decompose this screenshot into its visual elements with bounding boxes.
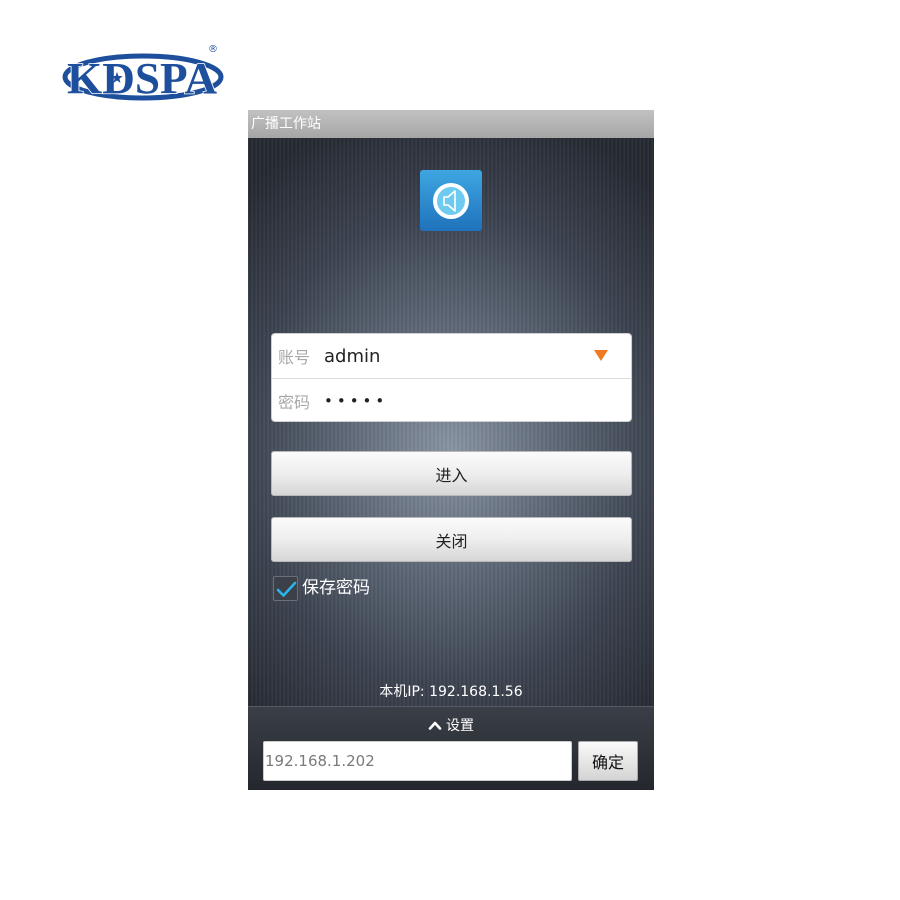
kdspa-logo: KDSPA ® (62, 44, 224, 104)
settings-panel: 设置 192.168.1.202 确定 (248, 706, 654, 790)
enter-button[interactable]: 进入 (271, 451, 632, 496)
save-password-label[interactable]: 保存密码 (302, 576, 370, 601)
close-button[interactable]: 关闭 (271, 517, 632, 562)
phone-screen: 广播工作站 账号 admin 密码 ••••• 进入 关闭 保存密码 本机IP:… (248, 110, 654, 790)
password-label: 密码 (278, 393, 311, 412)
logo-text: KDSPA (67, 54, 217, 103)
app-title: 广播工作站 (251, 116, 321, 132)
speaker-icon (420, 170, 482, 231)
chevron-up-icon (428, 721, 442, 730)
settings-toggle[interactable]: 设置 (248, 715, 654, 735)
confirm-button-label: 确定 (591, 753, 624, 772)
server-ip-input[interactable]: 192.168.1.202 (263, 741, 572, 781)
enter-button-label: 进入 (435, 465, 468, 485)
local-ip-text: 本机IP: 192.168.1.56 (379, 684, 523, 700)
password-field[interactable]: 密码 ••••• (272, 378, 631, 421)
triangle-down-icon[interactable] (594, 350, 608, 361)
save-password-checkbox[interactable] (273, 576, 298, 601)
confirm-button[interactable]: 确定 (578, 741, 638, 781)
account-field[interactable]: 账号 admin (272, 334, 631, 378)
server-ip-value: 192.168.1.202 (265, 752, 375, 770)
settings-toggle-label: 设置 (446, 718, 474, 734)
registered-mark: ® (208, 44, 218, 55)
login-form: 账号 admin 密码 ••••• (271, 333, 632, 422)
checkmark-icon (276, 581, 297, 597)
account-label: 账号 (278, 348, 311, 367)
password-value[interactable]: ••••• (324, 379, 388, 421)
title-bar: 广播工作站 (248, 110, 654, 138)
account-value[interactable]: admin (324, 334, 380, 378)
close-button-label: 关闭 (435, 531, 468, 551)
login-screen: 账号 admin 密码 ••••• 进入 关闭 保存密码 本机IP: 192.1… (248, 138, 654, 706)
